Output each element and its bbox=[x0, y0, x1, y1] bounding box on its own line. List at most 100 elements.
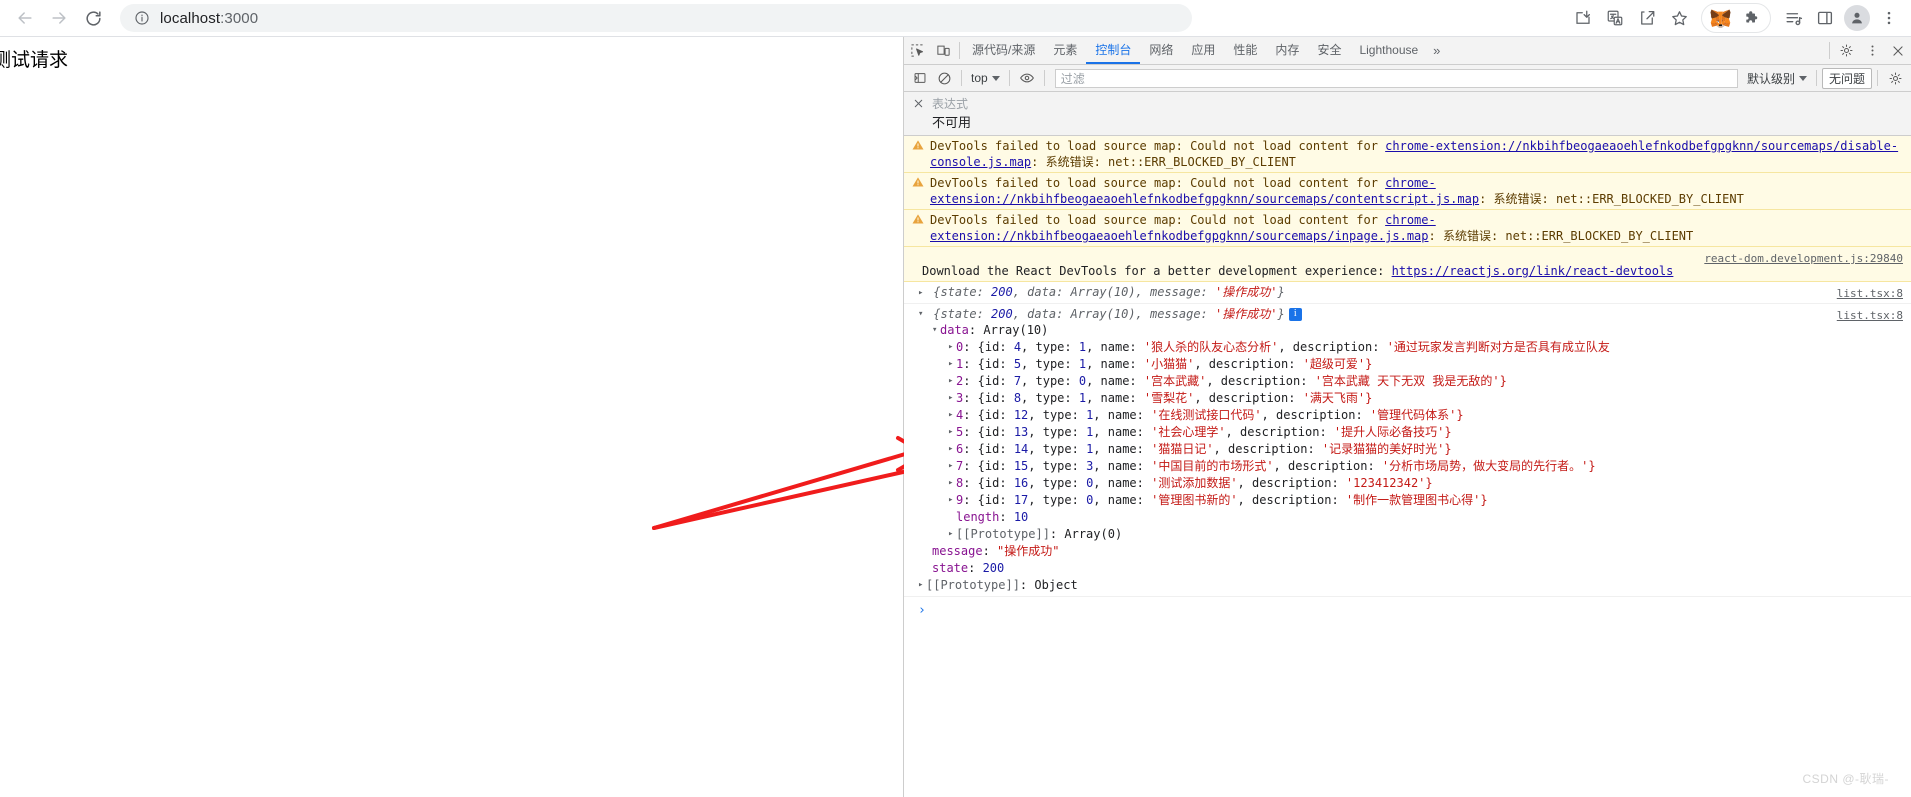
bookmark-star-icon[interactable] bbox=[1663, 2, 1695, 34]
react-devtools-link[interactable]: https://reactjs.org/link/react-devtools bbox=[1392, 264, 1674, 278]
console-output[interactable]: DevTools failed to load source map: Coul… bbox=[904, 136, 1911, 797]
tab-performance[interactable]: 性能 bbox=[1224, 37, 1266, 64]
log-message-value: '操作成功' bbox=[1215, 306, 1278, 321]
arrow-right-icon bbox=[49, 8, 69, 28]
collapse-triangle-icon[interactable]: ▾ bbox=[932, 322, 940, 339]
more-vertical-icon[interactable] bbox=[1859, 37, 1885, 64]
source-link[interactable]: react-dom.development.js:29840 bbox=[1704, 251, 1903, 267]
live-expression-row: 表达式 bbox=[904, 95, 1911, 112]
expand-triangle-icon[interactable]: ▸ bbox=[918, 285, 926, 301]
item-id: 4 bbox=[1013, 340, 1022, 354]
expand-triangle-icon[interactable]: ▸ bbox=[948, 458, 956, 475]
array-item-row[interactable]: ▸ 6: {id: 14, type: 1, name: '猫猫日记', desc… bbox=[904, 441, 1911, 458]
live-expression-eye-icon[interactable] bbox=[1015, 67, 1039, 89]
tab-lighthouse[interactable]: Lighthouse bbox=[1350, 37, 1427, 64]
array-length-row: length: 10 bbox=[956, 510, 1029, 524]
chrome-menu-icon[interactable] bbox=[1873, 2, 1905, 34]
array-item-row[interactable]: ▸ 9: {id: 17, type: 0, name: '管理图书新的', de… bbox=[904, 492, 1911, 509]
close-icon[interactable] bbox=[910, 98, 926, 109]
array-item-row[interactable]: ▸ 0: {id: 4, type: 1, name: '狼人杀的队友心态分析',… bbox=[904, 339, 1911, 356]
item-name: '狼人杀的队友心态分析' bbox=[1143, 340, 1279, 354]
tab-network[interactable]: 网络 bbox=[1140, 37, 1182, 64]
console-warning-message[interactable]: DevTools failed to load source map: Coul… bbox=[904, 173, 1911, 210]
live-expression-placeholder[interactable]: 表达式 bbox=[932, 95, 968, 112]
device-toolbar-icon[interactable] bbox=[930, 37, 956, 64]
log-summary-mid: , data: Array(10), message: bbox=[1012, 306, 1216, 321]
tab-console[interactable]: 控制台 bbox=[1086, 37, 1141, 64]
toolbar-separator bbox=[1043, 70, 1045, 86]
console-warning-message[interactable]: DevTools failed to load source map: Coul… bbox=[904, 210, 1911, 247]
expand-triangle-icon[interactable]: ▸ bbox=[948, 526, 956, 543]
close-icon[interactable] bbox=[1885, 37, 1911, 64]
console-log-expanded[interactable]: list.tsx:8 ▾ {state: 200, data: Array(10… bbox=[904, 304, 1911, 597]
array-prototype-row[interactable]: ▸ [[Prototype]]: Array(0) bbox=[904, 526, 1911, 543]
array-item-row[interactable]: ▸ 4: {id: 12, type: 1, name: '在线测试接口代码', … bbox=[904, 407, 1911, 424]
inspect-element-icon[interactable] bbox=[904, 37, 930, 64]
console-filter-toolbar: top 过滤 默认级别 无问题 bbox=[904, 65, 1911, 92]
console-prompt[interactable]: › bbox=[904, 597, 1911, 624]
profile-avatar-icon[interactable] bbox=[1841, 2, 1873, 34]
log-level-select[interactable]: 默认级别 bbox=[1743, 70, 1811, 87]
expand-triangle-icon[interactable]: ▸ bbox=[948, 339, 956, 356]
install-app-icon[interactable] bbox=[1567, 2, 1599, 34]
collapse-triangle-icon[interactable]: ▾ bbox=[918, 306, 926, 322]
array-item-row[interactable]: ▸ 7: {id: 15, type: 3, name: '中国目前的市场形式',… bbox=[904, 458, 1911, 475]
expand-triangle-icon[interactable]: ▸ bbox=[948, 356, 956, 373]
share-icon[interactable] bbox=[1631, 2, 1663, 34]
more-tabs-icon[interactable]: » bbox=[1427, 37, 1446, 64]
toolbar-separator bbox=[959, 42, 960, 59]
issues-badge[interactable]: 无问题 bbox=[1821, 67, 1872, 89]
tab-memory[interactable]: 内存 bbox=[1266, 37, 1308, 64]
console-warning-message[interactable]: DevTools failed to load source map: Coul… bbox=[904, 136, 1911, 173]
expand-triangle-icon[interactable]: ▸ bbox=[948, 373, 956, 390]
expand-triangle-icon[interactable]: ▸ bbox=[948, 441, 956, 458]
side-panel-icon[interactable] bbox=[1809, 2, 1841, 34]
back-button[interactable] bbox=[8, 1, 42, 35]
source-link[interactable]: list.tsx:8 bbox=[1837, 286, 1903, 302]
clear-console-icon[interactable] bbox=[932, 67, 956, 89]
info-badge-icon[interactable]: i bbox=[1288, 307, 1302, 321]
toolbar-separator bbox=[1815, 70, 1817, 86]
address-bar[interactable]: localhost:3000 bbox=[120, 4, 1192, 32]
toolbar-separator bbox=[1877, 70, 1878, 86]
array-item-row[interactable]: ▸ 1: {id: 5, type: 1, name: '小猫猫', descri… bbox=[904, 356, 1911, 373]
expand-triangle-icon[interactable]: ▸ bbox=[948, 424, 956, 441]
warning-text-suffix: : 系统错误: net::ERR_BLOCKED_BY_CLIENT bbox=[1428, 229, 1694, 243]
log-message-value: '操作成功' bbox=[1215, 285, 1278, 299]
array-item-row[interactable]: ▸ 8: {id: 16, type: 0, name: '测试添加数据', de… bbox=[904, 475, 1911, 492]
reading-list-icon[interactable] bbox=[1777, 2, 1809, 34]
tab-application[interactable]: 应用 bbox=[1182, 37, 1224, 64]
tab-security[interactable]: 安全 bbox=[1308, 37, 1350, 64]
console-filter-input[interactable]: 过滤 bbox=[1054, 68, 1738, 88]
array-item-row[interactable]: ▸ 3: {id: 8, type: 1, name: '雪梨花', descri… bbox=[904, 390, 1911, 407]
object-prototype-row[interactable]: ▸ [[Prototype]]: Object bbox=[904, 577, 1911, 594]
expand-triangle-icon[interactable]: ▸ bbox=[948, 390, 956, 407]
metamask-fox-icon[interactable] bbox=[1704, 2, 1736, 34]
expand-triangle-icon[interactable]: ▸ bbox=[948, 492, 956, 509]
item-id: 17 bbox=[1013, 493, 1029, 507]
reload-button[interactable] bbox=[76, 1, 110, 35]
gear-icon[interactable] bbox=[1833, 37, 1859, 64]
log-summary-suffix: } bbox=[1277, 306, 1285, 321]
item-id: 5 bbox=[1013, 357, 1022, 371]
expand-triangle-icon[interactable]: ▸ bbox=[948, 407, 956, 424]
expand-triangle-icon[interactable]: ▸ bbox=[918, 577, 926, 594]
object-property-data[interactable]: ▾ data: Array(10) bbox=[904, 322, 1911, 339]
url-rest: :3000 bbox=[220, 9, 259, 27]
array-item-row[interactable]: ▸ 5: {id: 13, type: 1, name: '社会心理学', des… bbox=[904, 424, 1911, 441]
extensions-puzzle-icon[interactable] bbox=[1736, 2, 1768, 34]
array-item-row[interactable]: ▸ 2: {id: 7, type: 0, name: '宫本武藏', descr… bbox=[904, 373, 1911, 390]
console-sidebar-icon[interactable] bbox=[908, 67, 932, 89]
console-settings-gear-icon[interactable] bbox=[1883, 67, 1907, 89]
console-log-collapsed[interactable]: list.tsx:8 ▸ {state: 200, data: Array(10… bbox=[904, 282, 1911, 304]
tab-sources[interactable]: 源代码/来源 bbox=[963, 37, 1044, 64]
source-link[interactable]: list.tsx:8 bbox=[1837, 308, 1903, 324]
log-summary-prefix: {state: bbox=[933, 306, 992, 321]
console-react-message[interactable]: react-dom.development.js:29840 Download … bbox=[904, 247, 1911, 282]
tab-elements[interactable]: 元素 bbox=[1044, 37, 1086, 64]
translate-icon[interactable] bbox=[1599, 2, 1631, 34]
forward-button[interactable] bbox=[42, 1, 76, 35]
execution-context-select[interactable]: top bbox=[967, 71, 1004, 85]
expand-triangle-icon[interactable]: ▸ bbox=[948, 475, 956, 492]
info-circle-icon[interactable] bbox=[134, 10, 150, 26]
